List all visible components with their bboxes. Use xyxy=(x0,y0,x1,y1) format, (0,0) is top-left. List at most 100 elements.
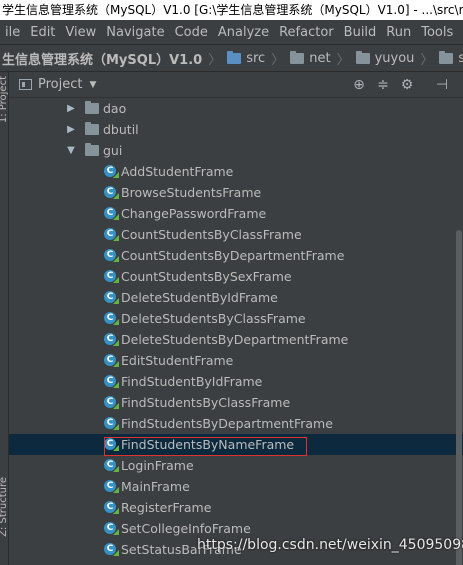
menu-view[interactable]: View xyxy=(60,25,101,40)
structure-tool-tab[interactable]: Z: Structure xyxy=(0,477,9,537)
menu-build[interactable]: Build xyxy=(339,25,382,40)
tree-item-label: EditStudentFrame xyxy=(121,353,234,368)
breadcrumb-label: src xyxy=(246,50,266,66)
java-class-icon: C xyxy=(104,333,116,345)
tree-item-label: FindStudentByIdFrame xyxy=(121,374,263,389)
left-tool-strip: 1: Project Z: Structure xyxy=(0,72,9,565)
tree-item-label: CountStudentsByClassFrame xyxy=(121,227,302,242)
java-class-icon: C xyxy=(104,501,116,513)
tree-folder-dao[interactable]: ▶ dao xyxy=(9,98,463,119)
tree-class-item[interactable]: C MainFrame xyxy=(9,476,463,497)
tree-item-label: dao xyxy=(103,101,127,116)
watermark: https://blog.csdn.net/weixin_45095098 xyxy=(197,537,463,553)
tree-item-label: DeleteStudentsByClassFrame xyxy=(121,311,306,326)
tree-item-label: ChangePasswordFrame xyxy=(121,206,267,221)
java-class-icon: C xyxy=(104,396,116,408)
tree-item-label: CountStudentsBySexFrame xyxy=(121,269,292,284)
java-class-icon: C xyxy=(104,291,116,303)
project-tool-tab[interactable]: 1: Project xyxy=(0,76,9,123)
package-icon xyxy=(85,101,99,114)
tree-item-label: dbutil xyxy=(103,122,139,137)
tree-class-item[interactable]: C DeleteStudentsByClassFrame xyxy=(9,308,463,329)
tree-class-item[interactable]: C FindStudentsByClassFrame xyxy=(9,392,463,413)
menu-bar: ile Edit View Navigate Code Analyze Refa… xyxy=(0,20,463,44)
java-class-icon: C xyxy=(104,186,116,198)
menu-code[interactable]: Code xyxy=(170,25,213,40)
tree-item-label: FindStudentsByNameFrame xyxy=(121,437,295,452)
tree-class-item[interactable]: C FindStudentByIdFrame xyxy=(9,371,463,392)
scrollbar-thumb[interactable] xyxy=(456,230,462,565)
breadcrumb-student[interactable]: student xyxy=(437,50,463,66)
package-icon xyxy=(355,50,370,64)
panel-header: Project ▼ ⊕ ≑ ⚙ ⊣ xyxy=(9,72,463,98)
tree-item-label: FindStudentsByDepartmentFrame xyxy=(121,416,333,431)
tree-class-item[interactable]: C EditStudentFrame xyxy=(9,350,463,371)
breadcrumb-net[interactable]: net xyxy=(288,50,332,66)
java-class-icon: C xyxy=(104,312,116,324)
hide-icon[interactable]: ⊣ xyxy=(434,77,450,93)
project-view-icon xyxy=(19,79,32,90)
tree-item-label: LoginFrame xyxy=(121,458,194,473)
java-class-icon: C xyxy=(104,459,116,471)
panel-title[interactable]: Project xyxy=(38,77,82,92)
java-class-icon: C xyxy=(104,375,116,387)
expand-arrow-closed-icon[interactable]: ▶ xyxy=(66,98,76,119)
window-title: 学生信息管理系统（MySQL）V1.0 [G:\学生信息管理系统（MySQL）V… xyxy=(0,0,463,20)
breadcrumb-separator: 〉 xyxy=(208,52,222,68)
java-class-icon: C xyxy=(104,165,116,177)
menu-refactor[interactable]: Refactor xyxy=(274,25,339,40)
menu-file[interactable]: ile xyxy=(0,25,25,40)
java-class-icon: C xyxy=(104,438,116,450)
breadcrumb-label: net xyxy=(309,50,331,66)
expand-arrow-closed-icon[interactable]: ▶ xyxy=(66,119,76,140)
tree-class-item[interactable]: C CountStudentsBySexFrame xyxy=(9,266,463,287)
tree-class-item[interactable]: C LoginFrame xyxy=(9,455,463,476)
java-class-icon: C xyxy=(104,543,116,555)
java-class-icon: C xyxy=(104,207,116,219)
locate-icon[interactable]: ⊕ xyxy=(351,77,367,93)
breadcrumb: 生信息管理系统（MySQL）V1.0 〉 src 〉 net 〉 yuyou 〉… xyxy=(0,44,463,72)
tree-class-item[interactable]: C FindStudentsByNameFrame xyxy=(9,434,463,455)
java-class-icon: C xyxy=(104,354,116,366)
tree-item-label: AddStudentFrame xyxy=(121,164,234,179)
breadcrumb-src[interactable]: src xyxy=(225,50,267,66)
gear-icon[interactable]: ⚙ xyxy=(399,77,415,93)
breadcrumb-yuyou[interactable]: yuyou xyxy=(354,50,417,66)
tree-folder-gui[interactable]: ▼ gui xyxy=(9,140,463,161)
breadcrumb-separator: 〉 xyxy=(271,52,285,68)
menu-analyze[interactable]: Analyze xyxy=(213,25,274,40)
tree-class-item[interactable]: C DeleteStudentsByDepartmentFrame xyxy=(9,329,463,350)
source-folder-icon xyxy=(227,50,242,64)
tree-class-item[interactable]: C CountStudentsByClassFrame xyxy=(9,224,463,245)
tree-item-label: RegisterFrame xyxy=(121,500,212,515)
collapse-all-icon[interactable]: ≑ xyxy=(375,77,391,93)
package-icon xyxy=(85,143,99,156)
menu-tools[interactable]: Tools xyxy=(416,25,458,40)
menu-edit[interactable]: Edit xyxy=(25,25,60,40)
tree-item-label: gui xyxy=(103,143,123,158)
project-panel: Project ▼ ⊕ ≑ ⚙ ⊣ ▶ dao ▶ dbutil ▼ gui C AddStu… xyxy=(9,72,463,565)
tree-class-item[interactable]: C FindStudentsByDepartmentFrame xyxy=(9,413,463,434)
tree-class-item[interactable]: C RegisterFrame xyxy=(9,497,463,518)
tree-class-item[interactable]: C DeleteStudentByIdFrame xyxy=(9,287,463,308)
chevron-down-icon[interactable]: ▼ xyxy=(89,80,96,90)
tree-folder-dbutil[interactable]: ▶ dbutil xyxy=(9,119,463,140)
java-class-icon: C xyxy=(104,480,116,492)
tree-item-label: DeleteStudentByIdFrame xyxy=(121,290,278,305)
package-icon xyxy=(290,50,305,64)
java-class-icon: C xyxy=(104,417,116,429)
breadcrumb-project[interactable]: 生信息管理系统（MySQL）V1.0 xyxy=(0,49,204,68)
tree-item-label: FindStudentsByClassFrame xyxy=(121,395,291,410)
menu-run[interactable]: Run xyxy=(381,25,416,40)
menu-navigate[interactable]: Navigate xyxy=(101,25,169,40)
tree-class-item[interactable]: C BrowseStudentsFrame xyxy=(9,182,463,203)
tree-item-label: BrowseStudentsFrame xyxy=(121,185,262,200)
breadcrumb-separator: 〉 xyxy=(336,52,350,68)
expand-arrow-open-icon[interactable]: ▼ xyxy=(66,140,76,161)
tree-class-item[interactable]: C ChangePasswordFrame xyxy=(9,203,463,224)
package-icon xyxy=(85,122,99,135)
tree-class-item[interactable]: C CountStudentsByDepartmentFrame xyxy=(9,245,463,266)
tree-class-item[interactable]: C AddStudentFrame xyxy=(9,161,463,182)
tree-class-item[interactable]: C SetCollegeInfoFrame xyxy=(9,518,463,539)
menu-vcs[interactable]: VC xyxy=(458,25,463,40)
